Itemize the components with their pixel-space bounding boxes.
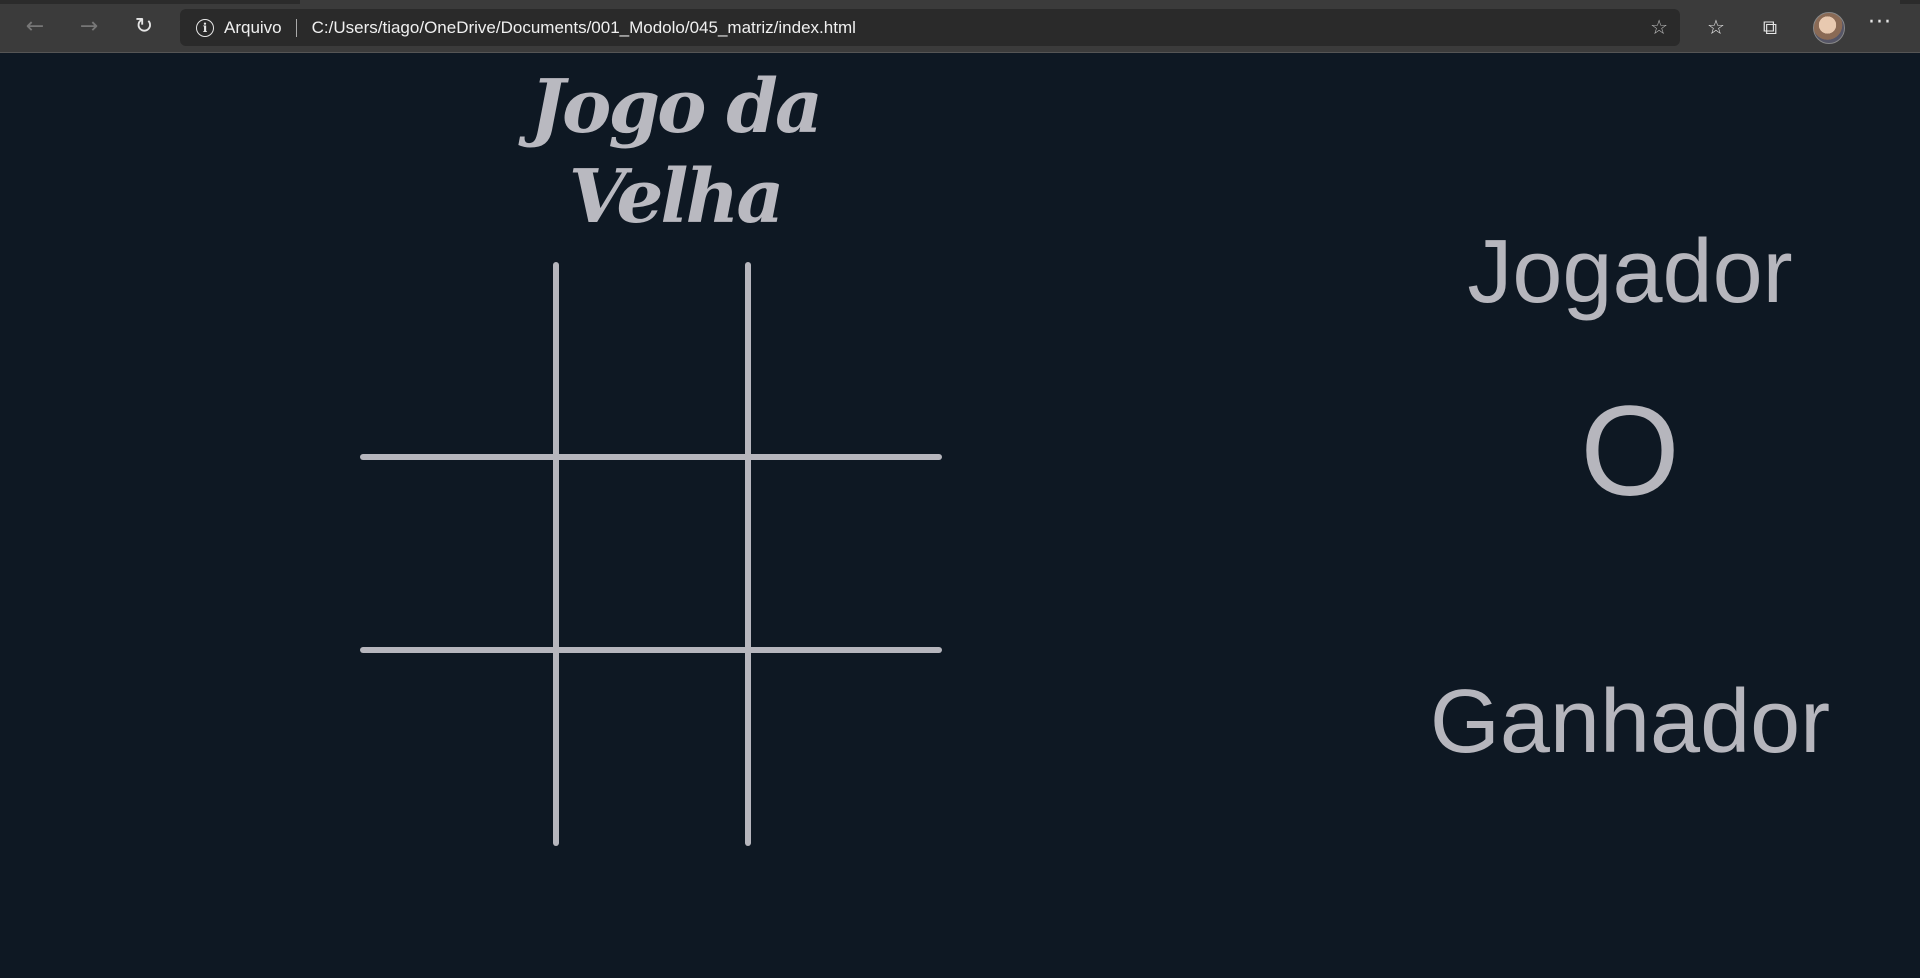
active-tab[interactable] <box>300 0 1900 4</box>
page-title: Jogo da Velha <box>530 64 823 240</box>
favorites-icon[interactable]: ☆ <box>1700 11 1732 43</box>
more-menu-icon[interactable]: ··· <box>1868 10 1892 35</box>
collections-icon[interactable]: ⧉ <box>1754 11 1786 43</box>
site-label: Arquivo <box>224 17 282 37</box>
board-cell-7[interactable] <box>360 653 553 846</box>
board-cell-6[interactable] <box>751 460 942 647</box>
current-player: O <box>1580 380 1680 523</box>
board-cell-3[interactable] <box>751 262 942 454</box>
board-cell-4[interactable] <box>360 460 553 647</box>
board-cell-9[interactable] <box>751 653 942 846</box>
browser-toolbar: ← → ↻ i Arquivo C:/Users/tiago/OneDrive/… <box>0 0 1920 53</box>
player-label: Jogador <box>1467 222 1793 322</box>
add-favorite-icon[interactable]: ☆ <box>1650 15 1668 39</box>
tab-strip <box>0 0 1920 4</box>
board-cell-8[interactable] <box>559 653 745 846</box>
profile-avatar[interactable] <box>1813 12 1845 44</box>
refresh-icon[interactable]: ↻ <box>129 11 159 41</box>
board-cell-1[interactable] <box>360 262 553 454</box>
tic-tac-toe-board <box>360 262 942 846</box>
info-icon[interactable]: i <box>196 18 214 37</box>
back-arrow-icon[interactable]: ← <box>20 11 50 41</box>
address-bar[interactable]: i Arquivo C:/Users/tiago/OneDrive/Docume… <box>180 9 1680 46</box>
forward-arrow-icon[interactable]: → <box>74 11 104 41</box>
winner-label: Ganhador <box>1429 672 1831 772</box>
board-cell-2[interactable] <box>559 262 745 454</box>
url-text[interactable]: C:/Users/tiago/OneDrive/Documents/001_Mo… <box>312 18 856 38</box>
address-divider <box>295 18 297 37</box>
board-cell-5[interactable] <box>559 460 745 647</box>
